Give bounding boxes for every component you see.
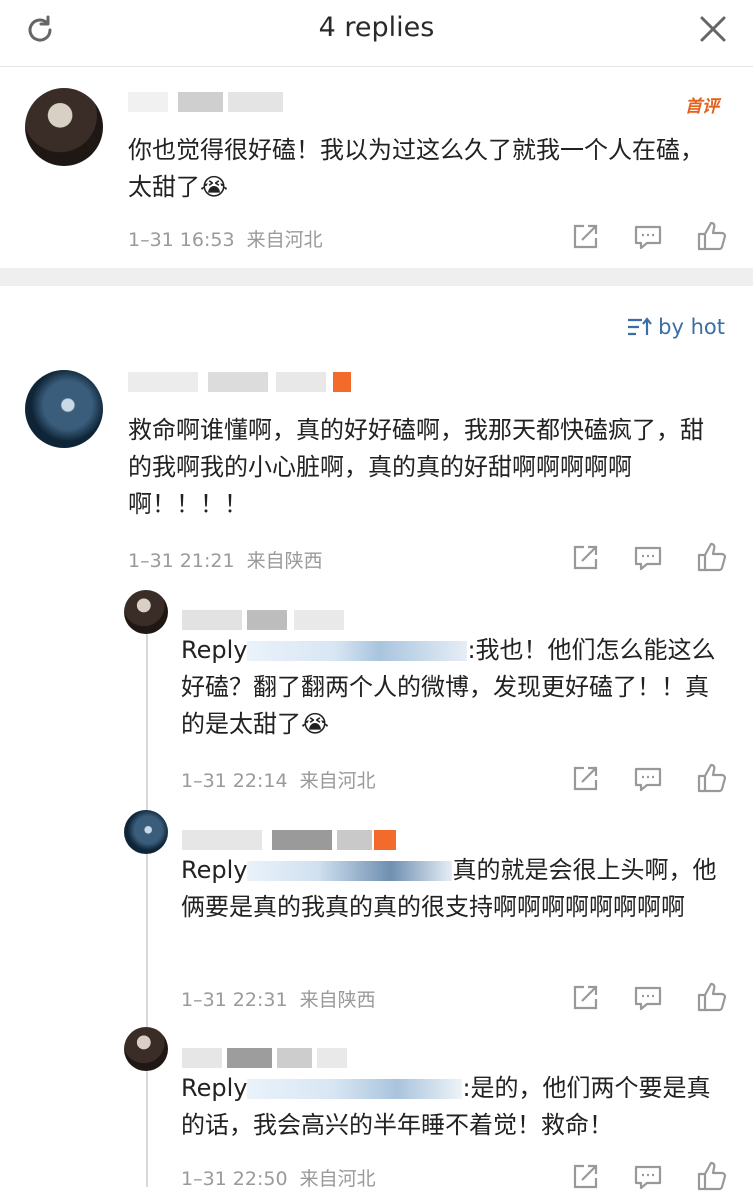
comment-location: 来自河北 [246,229,323,251]
like-icon[interactable] [696,220,728,252]
comment-icon[interactable] [633,983,663,1013]
reply-location: 来自河北 [299,770,376,792]
sort-toggle[interactable]: by hot [626,312,725,342]
dialog-header: 4 replies [0,0,753,67]
comment-icon[interactable] [633,1162,663,1192]
reply-time: 1–31 22:14 [181,770,288,792]
mention-redacted[interactable] [247,861,453,881]
comment-text: 你也觉得很好磕！我以为过这么久了就我一个人在磕，太甜了😭 [128,136,704,201]
comment-location: 来自陕西 [246,550,323,572]
username-redacted[interactable] [182,830,412,850]
avatar[interactable] [25,88,103,166]
comment-meta: 1–31 21:21 来自陕西 [128,546,323,573]
username-redacted[interactable] [182,610,352,630]
reply-location: 来自陕西 [299,989,376,1011]
share-icon[interactable] [570,764,600,794]
section-separator [0,268,753,286]
like-icon[interactable] [696,1160,728,1192]
comment-text: 救命啊谁懂啊，真的好好磕啊，我那天都快磕疯了，甜的我啊我的小心脏啊，真的真的好甜… [128,416,704,518]
username-redacted[interactable] [128,372,358,392]
sort-label: by hot [658,315,725,339]
comment-meta: 1–31 16:53 来自河北 [128,225,323,252]
close-icon[interactable] [698,14,728,44]
first-comment-badge: 首评 [685,97,719,117]
reply-meta: 1–31 22:14 来自河北 [181,766,376,793]
reply-prefix: Reply [181,856,248,884]
comment-icon[interactable] [633,222,663,252]
reply-text: Reply:是的，他们两个要是真的话，我会高兴的半年睡不着觉！救命！ [181,1070,726,1144]
like-icon[interactable] [696,981,728,1013]
reply-meta: 1–31 22:31 来自陕西 [181,985,376,1012]
avatar[interactable] [124,810,168,854]
avatar[interactable] [124,590,168,634]
mention-redacted[interactable] [247,1079,463,1099]
reply-text: Reply:我也！他们怎么能这么好磕？翻了翻两个人的微博，发现更好磕了！！真的是… [181,632,721,743]
like-icon[interactable] [696,762,728,794]
share-icon[interactable] [570,543,600,573]
like-icon[interactable] [696,541,728,573]
sort-icon [628,317,653,336]
comment-icon[interactable] [633,543,663,573]
comment-icon[interactable] [633,764,663,794]
share-icon[interactable] [570,1162,600,1192]
reply-time: 1–31 22:50 [181,1168,288,1190]
reply-prefix: Reply [181,636,248,664]
avatar[interactable] [124,1027,168,1071]
username-redacted[interactable] [128,92,288,112]
comment-time: 1–31 21:21 [128,550,235,572]
mention-redacted[interactable] [247,641,468,661]
share-icon[interactable] [570,222,600,252]
reply-prefix: Reply [181,1074,248,1102]
reply-meta: 1–31 22:50 来自河北 [181,1164,376,1191]
reply-text: Reply 真的就是会很上头啊，他俩要是真的我真的真的很支持啊啊啊啊啊啊啊啊 [181,852,721,926]
reply-time: 1–31 22:31 [181,989,288,1011]
reply-location: 来自河北 [299,1168,376,1190]
share-icon[interactable] [570,983,600,1013]
comment-time: 1–31 16:53 [128,229,235,251]
dialog-title: 4 replies [318,12,435,43]
thread-line [146,632,148,1187]
username-redacted[interactable] [182,1048,352,1068]
avatar[interactable] [25,370,103,448]
